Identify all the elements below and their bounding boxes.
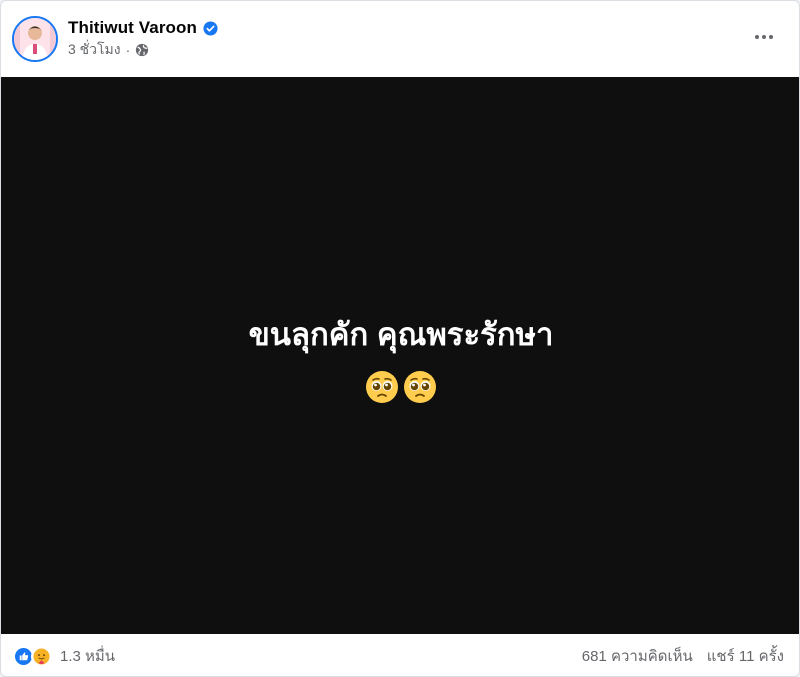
- verified-badge-icon: [203, 20, 218, 36]
- reaction-count: 1.3 หมื่น: [60, 648, 116, 665]
- more-dot: [769, 35, 773, 39]
- pleading-face-emoji: [402, 369, 438, 405]
- author-name[interactable]: Thitiwut Varoon: [68, 18, 197, 38]
- post-timestamp[interactable]: 3 ชั่วโมง: [68, 39, 121, 61]
- comment-count-link[interactable]: 681 ความคิดเห็น: [582, 644, 693, 668]
- more-dot: [755, 35, 759, 39]
- post-card: Thitiwut Varoon 3 ชั่วโมง · ขนลุกคัก คุณ…: [0, 0, 800, 677]
- post-text: ขนลุกคัก คุณพระรักษา: [248, 317, 554, 352]
- more-dot: [762, 35, 766, 39]
- author-avatar[interactable]: [12, 16, 58, 62]
- meta-separator: ·: [125, 42, 131, 58]
- post-media[interactable]: ขนลุกคัก คุณพระรักษา: [1, 77, 799, 634]
- globe-icon: [135, 43, 149, 57]
- post-footer: 1.3 หมื่น 681 ความคิดเห็น แชร์ 11 ครั้ง: [1, 634, 799, 676]
- reaction-summary[interactable]: 1.3 หมื่น: [13, 645, 115, 667]
- emoji-row: [1, 369, 799, 405]
- more-options-icon[interactable]: [746, 23, 782, 51]
- care-icon: [31, 645, 52, 667]
- post-header: Thitiwut Varoon 3 ชั่วโมง ·: [1, 1, 799, 77]
- pleading-face-emoji: [364, 369, 400, 405]
- share-count-link[interactable]: แชร์ 11 ครั้ง: [707, 644, 784, 668]
- engagement-stats: 681 ความคิดเห็น แชร์ 11 ครั้ง: [582, 646, 784, 666]
